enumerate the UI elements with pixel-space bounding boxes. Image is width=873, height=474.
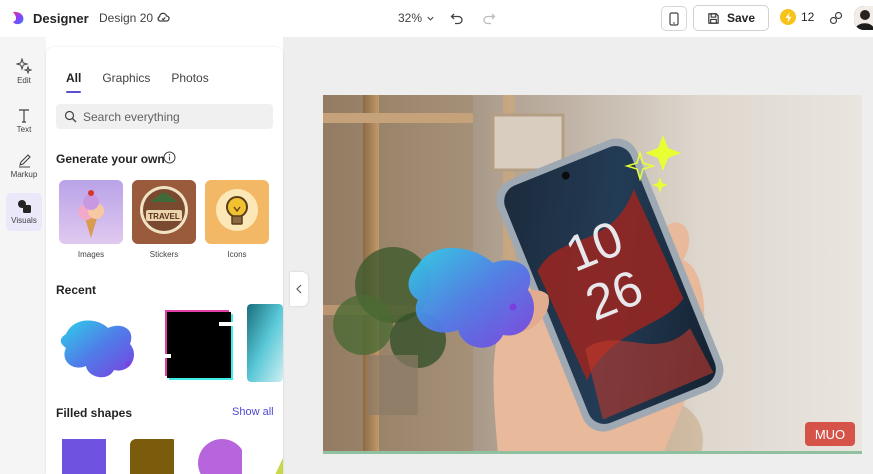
shape-square-purple[interactable]	[56, 437, 106, 474]
filled-shapes-title: Filled shapes	[56, 406, 133, 420]
rail-item-edit[interactable]: Edit	[6, 52, 42, 90]
tab-graphics[interactable]: Graphics	[102, 71, 150, 85]
search-input[interactable]	[83, 109, 263, 124]
top-bar: Designer Design 20 32% Save 12	[0, 0, 873, 37]
info-icon[interactable]	[163, 151, 176, 164]
travel-sticker-thumbnail: TRAVEL	[132, 180, 196, 244]
rail-item-visuals[interactable]: Visuals	[6, 193, 42, 231]
person-icon	[854, 6, 873, 30]
recent-item-gradient[interactable]	[247, 304, 283, 382]
tab-photos[interactable]: Photos	[171, 71, 208, 85]
rail-item-text[interactable]: Text	[6, 102, 42, 140]
show-all-link[interactable]: Show all	[232, 406, 274, 418]
save-button[interactable]: Save	[693, 5, 769, 31]
rail-label: Markup	[10, 170, 38, 179]
mobile-preview-button[interactable]	[661, 6, 687, 31]
recent-item-glitch[interactable]	[157, 304, 237, 382]
save-label: Save	[726, 11, 756, 25]
sparkle-edit-icon	[16, 57, 32, 74]
artboard[interactable]: 10 26 MUO	[323, 95, 862, 454]
designer-logo-icon[interactable]	[10, 10, 26, 26]
credits-count: 12	[801, 10, 815, 24]
generate-section-title: Generate your own	[56, 152, 165, 166]
recent-glitch-thumbnail	[157, 304, 237, 382]
tab-all[interactable]: All	[66, 71, 82, 93]
recent-gradient-thumbnail	[247, 304, 283, 382]
shape-rounded-square-olive[interactable]	[124, 437, 174, 474]
boost-coin-icon	[780, 9, 796, 25]
tool-rail: Edit Text Markup Visuals	[0, 37, 46, 474]
app-name: Designer	[33, 11, 89, 26]
sticker-text: TRAVEL	[148, 212, 180, 221]
visuals-panel: All Graphics Photos Generate your own TR…	[46, 47, 283, 474]
rail-item-markup[interactable]: Markup	[6, 147, 42, 185]
search-box[interactable]	[56, 104, 273, 129]
cloud-sync-icon[interactable]	[156, 11, 170, 25]
photo-hand-holding-phone[interactable]: 10 26 MUO	[323, 95, 862, 454]
share-icon[interactable]	[828, 10, 844, 26]
chevron-left-icon	[296, 284, 302, 294]
ice-cream-thumbnail	[59, 180, 123, 244]
shape-circle-orchid[interactable]	[192, 437, 242, 474]
zoom-dropdown[interactable]: 32%	[398, 11, 435, 25]
undo-icon[interactable]	[449, 10, 465, 26]
rail-label: Text	[16, 125, 32, 134]
generate-images-label: Images	[77, 250, 105, 259]
generate-icons-card[interactable]	[205, 180, 269, 244]
zoom-level: 32%	[398, 11, 423, 25]
lightbulb-thumbnail	[205, 180, 269, 244]
generate-stickers-label: Stickers	[149, 250, 179, 259]
generate-stickers-card[interactable]: TRAVEL	[132, 180, 196, 244]
redo-icon[interactable]	[481, 10, 497, 26]
collapse-panel-button[interactable]	[290, 272, 308, 306]
recent-item-blob[interactable]	[56, 304, 150, 382]
phone-icon	[669, 11, 679, 26]
pen-icon	[18, 154, 31, 168]
generate-images-card[interactable]	[59, 180, 123, 244]
user-avatar[interactable]	[854, 6, 873, 30]
watermark: MUO	[805, 422, 855, 446]
shapes-icon	[17, 200, 31, 213]
boost-credits[interactable]: 12	[780, 9, 814, 25]
shape-triangle-lime[interactable]	[260, 437, 283, 474]
search-icon	[64, 110, 77, 123]
save-icon	[708, 12, 719, 24]
rail-label: Edit	[17, 75, 31, 85]
panel-tabs: All Graphics Photos	[66, 71, 209, 93]
recent-section-title: Recent	[56, 283, 97, 297]
document-name[interactable]: Design 20	[99, 11, 153, 25]
watermark-text: MUO	[815, 427, 845, 442]
text-icon	[19, 109, 29, 123]
recent-blob-thumbnail	[56, 304, 150, 382]
chevron-down-icon	[427, 16, 434, 21]
generate-icons-label: Icons	[227, 250, 247, 259]
rail-label: Visuals	[11, 216, 37, 225]
